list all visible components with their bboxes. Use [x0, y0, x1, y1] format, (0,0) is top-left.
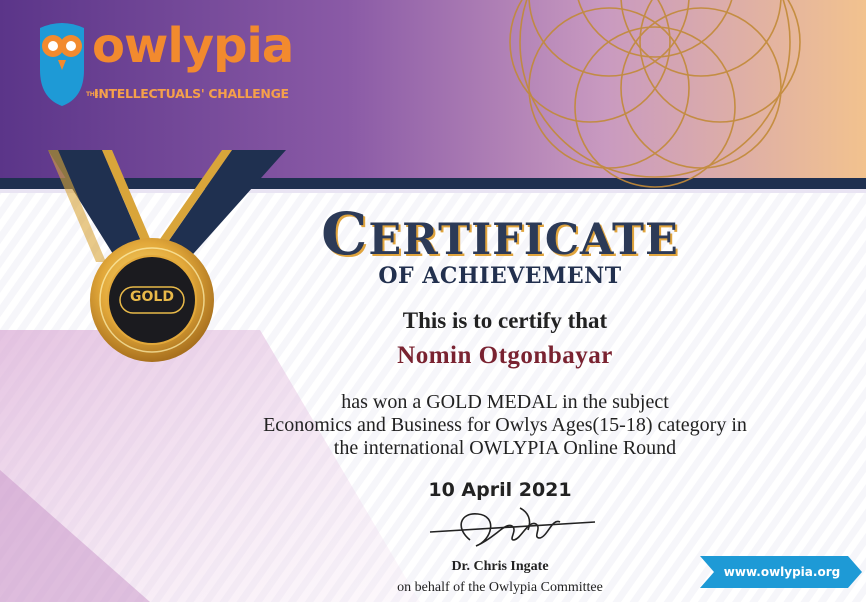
medal-label: GOLD [130, 289, 174, 305]
owl-logo-icon [40, 23, 84, 106]
title-initial: C [321, 200, 369, 268]
tagline-prefix: THE [86, 90, 99, 98]
award-line-3: the international OWLYPIA Online Round [333, 437, 677, 459]
brand-tagline: THEINTELLECTUALS' CHALLENGE [86, 86, 289, 101]
certificate-subtitle: OF ACHIEVEMENT [378, 263, 622, 289]
title-rest: ERTIFICATE [368, 215, 679, 265]
certificate: owlypia THEINTELLECTUALS' CHALLENGE GOLD… [0, 0, 866, 602]
certificate-title: CERTIFICATE [300, 200, 700, 268]
signer-name: Dr. Chris Ingate [451, 559, 549, 574]
website-link[interactable]: www.owlypia.org [712, 565, 852, 579]
award-line-1: has won a GOLD MEDAL in the subject [341, 391, 669, 413]
recipient-name: Nomin Otgonbayar [397, 342, 613, 369]
signer-role: on behalf of the Owlypia Committee [397, 580, 603, 595]
award-line-2: Economics and Business for Owlys Ages(15… [263, 414, 747, 436]
tagline-text: INTELLECTUALS' CHALLENGE [94, 86, 289, 101]
certify-line: This is to certify that [402, 308, 608, 333]
brand-name: owlypia [92, 18, 294, 74]
award-date: 10 April 2021 [428, 479, 572, 501]
